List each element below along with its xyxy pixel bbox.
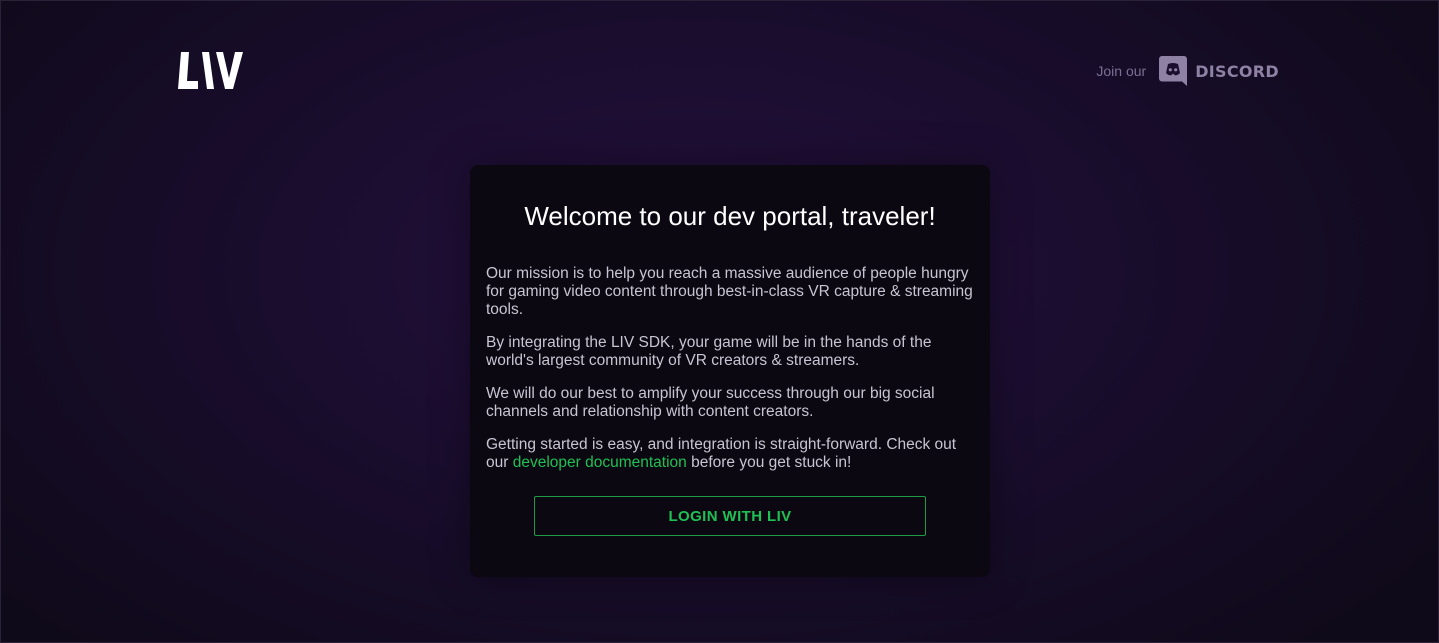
card-title: Welcome to our dev portal, traveler! <box>524 201 936 231</box>
login-with-liv-button[interactable]: LOGIN WITH LIV <box>534 496 926 536</box>
getting-started-paragraph: Getting started is easy, and integration… <box>486 436 974 472</box>
discord-icon <box>1159 56 1188 86</box>
getting-started-tail: before you get stuck in! <box>686 454 852 471</box>
card-body: Our mission is to help you reach a massi… <box>486 265 974 472</box>
liv-logo-icon <box>178 52 243 89</box>
sdk-paragraph: By integrating the LIV SDK, your game wi… <box>486 334 932 369</box>
developer-documentation-link[interactable]: developer documentation <box>513 454 687 471</box>
discord-join-label: Join our <box>1096 63 1147 79</box>
mission-paragraph: Our mission is to help you reach a massi… <box>486 265 973 318</box>
discord-link[interactable]: Join our DISCORD <box>1096 56 1279 86</box>
amplify-paragraph: We will do our best to amplify your succ… <box>486 385 935 420</box>
welcome-card: Welcome to our dev portal, traveler! Our… <box>470 165 990 577</box>
discord-brand-label: DISCORD <box>1195 61 1279 81</box>
liv-logo-link[interactable] <box>178 52 244 89</box>
